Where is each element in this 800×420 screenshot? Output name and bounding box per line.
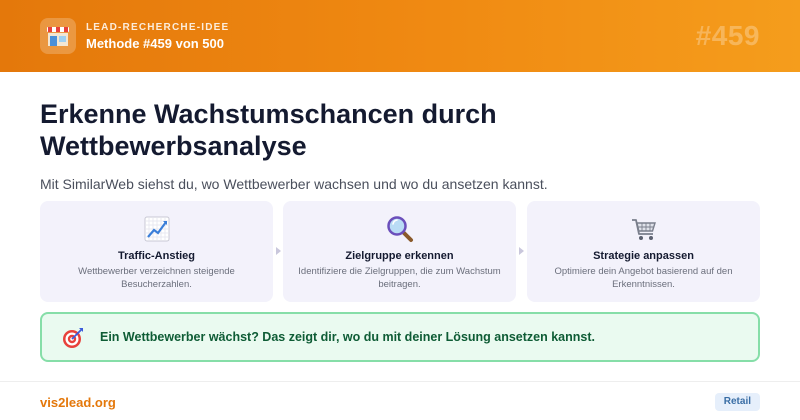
page-title: Erkenne Wachstumschancen durch Wettbewer…	[40, 99, 497, 161]
page-subtitle: Mit SimilarWeb siehst du, wo Wettbewerbe…	[40, 176, 548, 192]
footer-site-link[interactable]: vis2lead.org	[40, 395, 116, 410]
step-card-strategy: Strategie anpassen Optimiere dein Angebo…	[527, 201, 760, 302]
step-title: Zielgruppe erkennen	[345, 250, 454, 262]
footer-divider	[0, 381, 800, 382]
target-icon	[62, 327, 84, 349]
step-description: Wettbewerber verzeichnen steigende Besuc…	[78, 266, 235, 290]
step-description: Optimiere dein Angebot basierend auf den…	[554, 266, 733, 290]
method-counter: Methode #459 von 500	[86, 36, 224, 51]
step-description: Identifiziere die Zielgruppen, die zum W…	[298, 266, 501, 290]
step-title: Traffic-Anstieg	[117, 250, 195, 262]
insight-callout: Ein Wettbewerber wächst? Das zeigt dir, …	[40, 312, 760, 362]
step-arrow-icon	[276, 247, 281, 255]
step-title: Strategie anpassen	[593, 250, 694, 262]
step-card-traffic: Traffic-Anstieg Wettbewerber verzeichnen…	[40, 201, 273, 302]
chart-increasing-icon	[143, 215, 171, 243]
magnifier-icon	[386, 215, 414, 243]
callout-text: Ein Wettbewerber wächst? Das zeigt dir, …	[100, 330, 595, 344]
category-tag: Retail	[714, 393, 760, 411]
step-arrow-icon	[519, 247, 524, 255]
header-kicker: LEAD-RECHERCHE-IDEE	[86, 22, 230, 33]
shop-icon	[40, 18, 76, 54]
method-number-badge: #459	[695, 20, 760, 51]
step-card-audience: Zielgruppe erkennen Identifiziere die Zi…	[283, 201, 516, 302]
shopping-cart-icon	[630, 215, 658, 243]
header-banner: LEAD-RECHERCHE-IDEE Methode #459 von 500…	[0, 0, 800, 72]
